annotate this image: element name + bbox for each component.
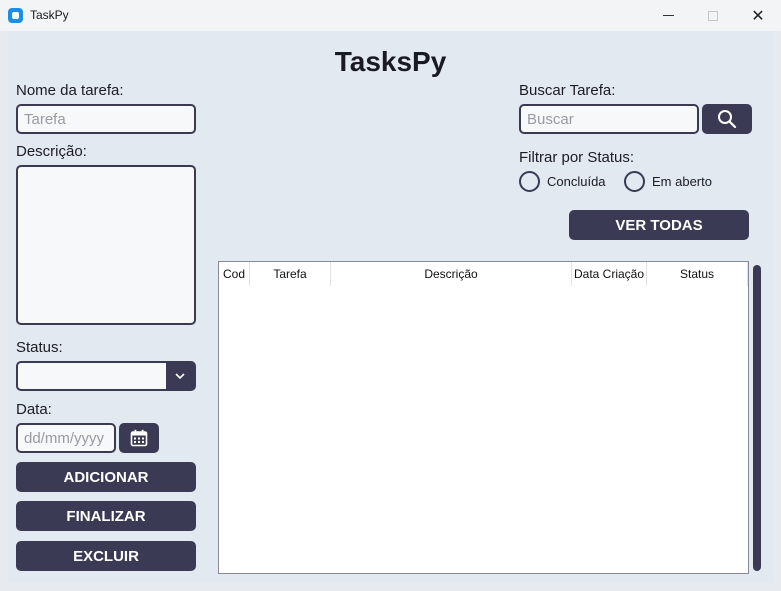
description-textarea[interactable] — [16, 165, 196, 325]
close-button[interactable]: ✕ — [735, 0, 781, 31]
column-header-descricao[interactable]: Descrição — [331, 262, 572, 286]
view-all-button[interactable]: VER TODAS — [569, 210, 749, 240]
date-label: Data: — [16, 401, 52, 418]
calendar-icon — [130, 429, 148, 447]
filter-radio-em-aberto[interactable] — [624, 171, 645, 192]
calendar-button[interactable] — [119, 423, 159, 453]
status-select[interactable] — [16, 361, 196, 391]
chevron-down-icon[interactable] — [166, 363, 194, 389]
column-header-tarefa[interactable]: Tarefa — [250, 262, 331, 286]
delete-button[interactable]: EXCLUIR — [16, 541, 196, 571]
search-button[interactable] — [702, 104, 752, 134]
column-header-status[interactable]: Status — [647, 262, 748, 286]
filter-radio-concluida[interactable] — [519, 171, 540, 192]
task-name-input[interactable]: Tarefa — [16, 104, 196, 134]
tasks-table[interactable]: Cod Tarefa Descrição Data Criação Status — [218, 261, 749, 574]
minimize-button[interactable] — [645, 0, 691, 31]
column-header-data-criacao[interactable]: Data Criação — [572, 262, 647, 286]
description-label: Descrição: — [16, 143, 87, 160]
search-icon — [718, 110, 737, 129]
table-header: Cod Tarefa Descrição Data Criação Status — [219, 262, 748, 286]
status-label: Status: — [16, 339, 63, 356]
column-header-cod[interactable]: Cod — [219, 262, 250, 286]
app-icon — [8, 8, 23, 23]
table-scrollbar[interactable] — [753, 265, 761, 571]
maximize-button[interactable] — [690, 0, 736, 31]
window-titlebar: TaskPy ✕ — [0, 0, 781, 31]
page-title: TasksPy — [334, 46, 447, 77]
search-input[interactable]: Buscar — [519, 104, 699, 134]
date-input[interactable]: dd/mm/yyyy — [16, 423, 116, 453]
maximize-icon — [708, 10, 718, 21]
finish-button[interactable]: FINALIZAR — [16, 501, 196, 531]
window-title: TaskPy — [30, 8, 69, 22]
search-label: Buscar Tarefa: — [519, 82, 616, 99]
add-button[interactable]: ADICIONAR — [16, 462, 196, 492]
filter-option-em-aberto: Em aberto — [652, 174, 712, 189]
task-name-label: Nome da tarefa: — [16, 82, 124, 99]
filter-option-concluida: Concluída — [547, 174, 606, 189]
filter-label: Filtrar por Status: — [519, 149, 635, 166]
minimize-icon — [662, 15, 674, 16]
